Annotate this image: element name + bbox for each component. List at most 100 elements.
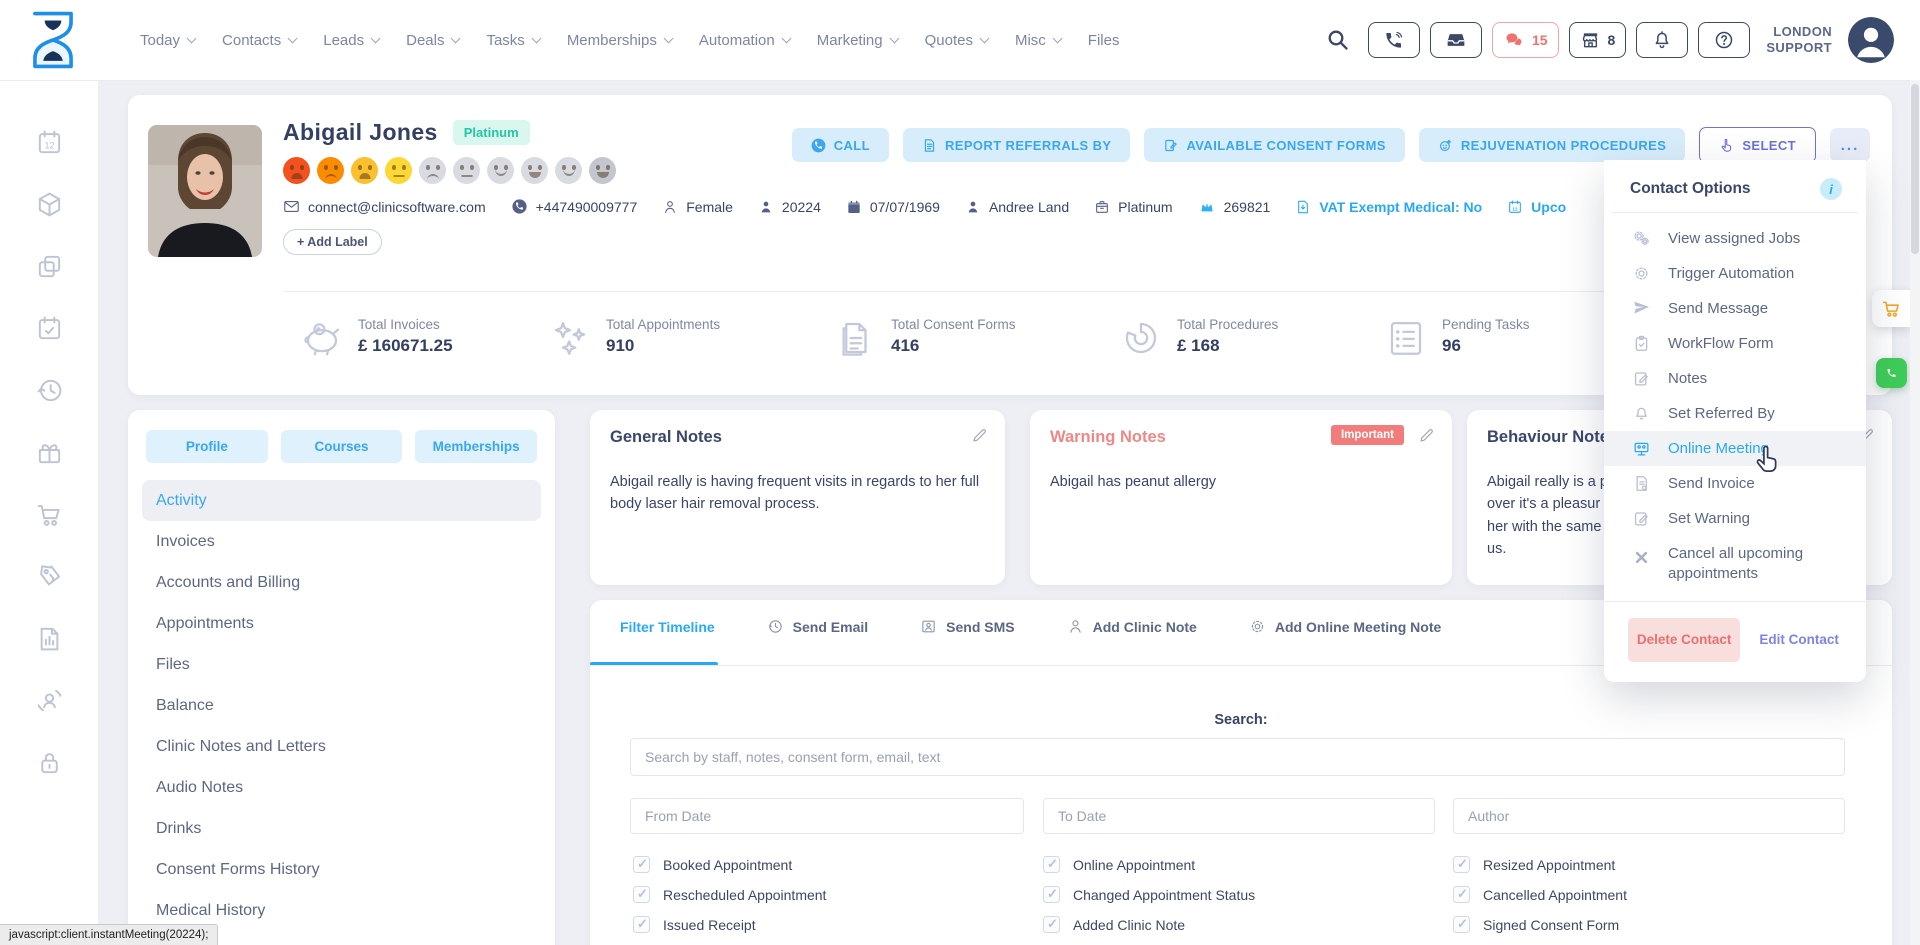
nav-item[interactable]: Leads [323,32,379,49]
calendar-12-icon[interactable]: 12 [35,128,64,157]
menu-item-set-referred-by[interactable]: Set Referred By [1604,396,1866,431]
client-sync-icon[interactable] [35,686,64,715]
scrollbar-thumb[interactable] [1911,84,1919,254]
info-icon[interactable]: i [1820,178,1842,200]
satisfaction-emoji[interactable] [351,157,378,184]
checkbox-checked-icon[interactable] [1453,886,1470,903]
contact-email[interactable]: connect@clinicsoftware.com [283,198,486,215]
satisfaction-emoji[interactable] [283,157,310,184]
timeline-filter[interactable]: Issued Receipt [633,916,826,933]
search-icon[interactable] [1326,28,1350,52]
timeline-filter[interactable]: Cancelled Appointment [1453,886,1627,903]
tab-filter-timeline[interactable]: Filter Timeline [620,619,715,635]
add-label-button[interactable]: + Add Label [283,229,382,255]
price-tag-icon[interactable] [35,562,64,591]
nav-item[interactable]: Today [140,32,195,49]
edit-general-notes-icon[interactable] [971,426,989,444]
timeline-filter[interactable]: Rescheduled Appointment [633,886,826,903]
menu-item-cancel-appointments[interactable]: Cancel all upcoming appointments [1604,536,1866,591]
shopping-cart-icon[interactable] [35,500,64,529]
profile-menu-item[interactable]: Invoices [142,521,541,562]
menu-item-notes[interactable]: Notes [1604,361,1866,396]
inbox-button[interactable] [1430,22,1482,58]
nav-item[interactable]: Automation [699,32,790,49]
whatsapp-quick-button[interactable] [1876,358,1907,388]
profile-menu-item[interactable]: Clinic Notes and Letters [142,726,541,767]
satisfaction-emoji[interactable] [317,157,344,184]
timeline-search-input[interactable] [630,738,1845,776]
contact-phone[interactable]: +447490009777 [511,198,638,215]
nav-item[interactable]: Marketing [817,32,898,49]
tab-send-email[interactable]: Send Email [767,618,868,635]
tab-profile[interactable]: Profile [146,430,268,463]
checkbox-checked-icon[interactable] [1453,856,1470,873]
edit-warning-notes-icon[interactable] [1418,426,1436,444]
nav-item[interactable]: Files [1088,32,1120,49]
nav-item[interactable]: Misc [1015,32,1061,49]
vat-exempt-link[interactable]: VAT Exempt Medical: No [1295,199,1482,215]
clinicsoftware-logo[interactable] [28,9,78,71]
satisfaction-emoji[interactable] [589,157,616,184]
notifications-button[interactable] [1636,22,1688,58]
to-date-input[interactable] [1043,798,1435,834]
nav-item[interactable]: Memberships [567,32,672,49]
nav-item[interactable]: Deals [406,32,459,49]
timeline-filter[interactable]: Signed Consent Form [1453,916,1627,933]
vertical-scrollbar[interactable] [1910,80,1920,945]
account-name[interactable]: LONDON SUPPORT [1766,24,1832,57]
products-cube-icon[interactable] [35,190,64,219]
available-consent-forms-button[interactable]: AVAILABLE CONSENT FORMS [1144,128,1404,162]
reports-document-icon[interactable] [35,624,64,653]
delete-contact-button[interactable]: Delete Contact [1628,618,1740,662]
select-button[interactable]: SELECT [1699,127,1816,163]
store-button[interactable]: 8 [1569,22,1627,58]
timeline-filter[interactable]: Changed Appointment Status [1043,886,1255,903]
satisfaction-emoji[interactable] [385,157,412,184]
profile-menu-item[interactable]: Audio Notes [142,767,541,808]
menu-item-send-invoice[interactable]: Send Invoice [1604,466,1866,501]
checkbox-checked-icon[interactable] [633,886,650,903]
menu-item-online-meeting[interactable]: Online Meeting [1604,431,1866,466]
checkbox-checked-icon[interactable] [633,916,650,933]
satisfaction-emoji[interactable] [419,157,446,184]
timeline-filter[interactable]: Booked Appointment [633,856,826,873]
user-avatar[interactable] [1848,17,1894,63]
tab-memberships[interactable]: Memberships [415,430,537,463]
profile-menu-item[interactable]: Activity [142,480,541,521]
menu-item-trigger-automation[interactable]: Trigger Automation [1604,256,1866,291]
tab-add-clinic-note[interactable]: Add Clinic Note [1067,618,1197,635]
checkbox-checked-icon[interactable] [633,856,650,873]
tab-courses[interactable]: Courses [281,430,403,463]
satisfaction-emoji[interactable] [555,157,582,184]
menu-item-view-assigned-jobs[interactable]: View assigned Jobs [1604,221,1866,256]
basket-quick-button[interactable] [1872,290,1910,327]
chat-messages-button[interactable]: 15 [1492,22,1559,58]
profile-menu-item[interactable]: Files [142,644,541,685]
dialer-button[interactable] [1368,22,1420,58]
edit-contact-button[interactable]: Edit Contact [1756,618,1842,662]
history-clock-icon[interactable] [35,376,64,405]
profile-menu-item[interactable]: Accounts and Billing [142,562,541,603]
satisfaction-emoji[interactable] [487,157,514,184]
from-date-input[interactable] [630,798,1024,834]
more-options-button[interactable]: ... [1830,128,1870,162]
profile-menu-item[interactable]: Balance [142,685,541,726]
upcoming-link[interactable]: 12Upco [1507,199,1566,215]
profile-menu-item[interactable]: Drinks [142,808,541,849]
nav-item[interactable]: Quotes [925,32,988,49]
timeline-filter[interactable]: Added Clinic Note [1043,916,1255,933]
author-input[interactable] [1453,798,1845,834]
gift-icon[interactable] [35,438,64,467]
menu-item-workflow-form[interactable]: WorkFlow Form [1604,326,1866,361]
checkbox-checked-icon[interactable] [1043,856,1060,873]
satisfaction-emoji[interactable] [521,157,548,184]
nav-item[interactable]: Tasks [486,32,539,49]
lock-icon[interactable] [35,748,64,777]
nav-item[interactable]: Contacts [222,32,296,49]
menu-item-set-warning[interactable]: Set Warning [1604,501,1866,536]
help-button[interactable] [1698,22,1750,58]
checkbox-checked-icon[interactable] [1453,916,1470,933]
tab-send-sms[interactable]: Send SMS [920,618,1014,635]
satisfaction-emoji[interactable] [453,157,480,184]
duplicate-icon[interactable] [35,252,64,281]
